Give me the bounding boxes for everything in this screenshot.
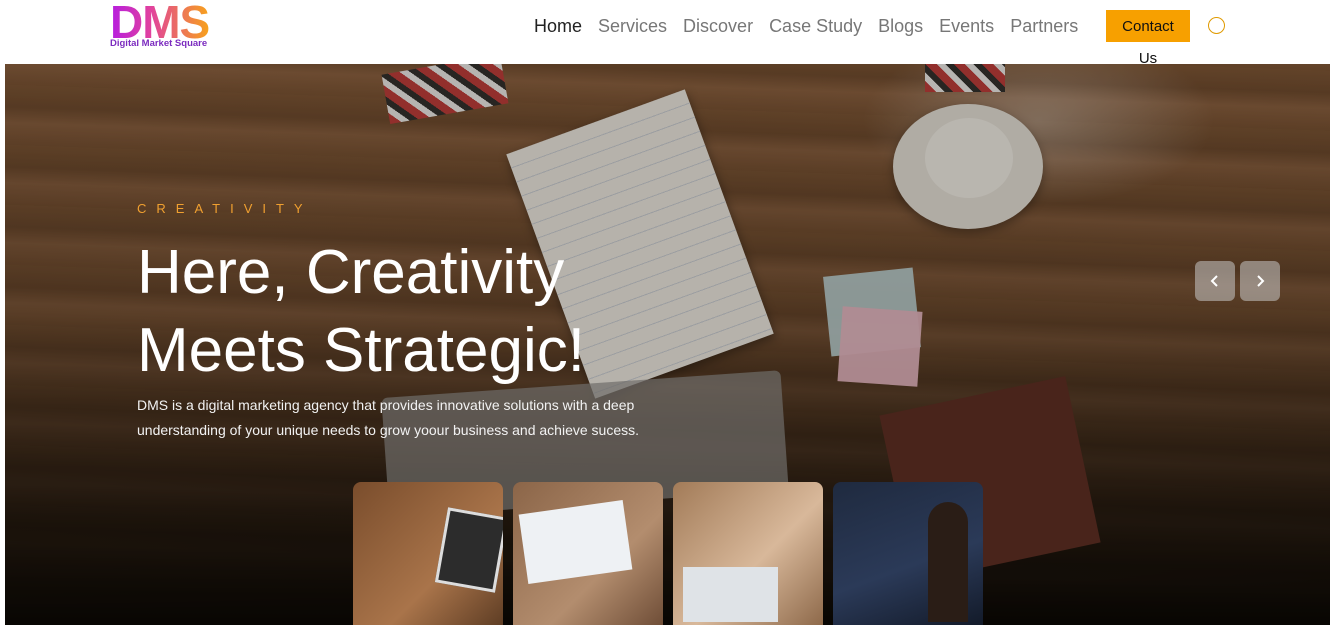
nav-events[interactable]: Events [939,16,994,37]
nav-services[interactable]: Services [598,16,667,37]
carousel-next-button[interactable] [1240,261,1280,301]
nav-home[interactable]: Home [534,16,582,37]
circle-icon[interactable] [1208,17,1225,34]
carousel-prev-button[interactable] [1195,261,1235,301]
nav-case-study[interactable]: Case Study [769,16,862,37]
logo-subtitle: Digital Market Square [110,38,208,49]
hero-banner: CREATIVITY Here, Creativity Meets Strate… [5,64,1330,625]
nav-partners[interactable]: Partners [1010,16,1078,37]
thumbnail-strip [353,482,993,625]
thumbnail-4[interactable] [833,482,983,625]
chevron-left-icon [1210,275,1218,287]
thumbnail-2[interactable] [513,482,663,625]
nav-discover[interactable]: Discover [683,16,753,37]
logo[interactable]: DMS Digital Market Square [108,0,218,52]
contact-us-button[interactable]: Contact Us [1106,10,1190,67]
chevron-right-icon [1257,275,1265,287]
hero-headline: Here, Creativity Meets Strategic! [137,238,585,385]
thumbnail-3[interactable] [673,482,823,625]
hero-description: DMS is a digital marketing agency that p… [137,397,639,438]
main-nav: Home Services Discover Case Study Blogs … [534,14,1094,38]
nav-blogs[interactable]: Blogs [878,16,923,37]
hero-eyebrow: CREATIVITY [137,201,313,216]
thumbnail-1[interactable] [353,482,503,625]
site-header: DMS Digital Market Square Home Services … [0,0,1337,67]
